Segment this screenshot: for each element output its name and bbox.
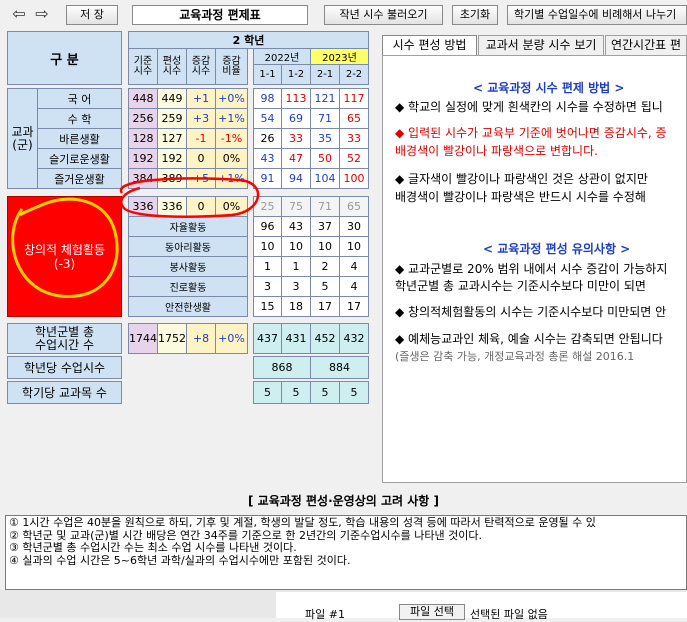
panel-text: 배경색이 빨강이나 파랑색은 반드시 시수를 수정해 bbox=[395, 190, 646, 204]
tab-annual-timetable[interactable]: 연간시간표 편 bbox=[605, 35, 687, 55]
panel-text: 배경색이 빨강이나 파랑색으로 변합니다. bbox=[395, 144, 598, 158]
panel-heading: < 교육과정 편성 유의사항 > bbox=[483, 242, 631, 256]
considerations-box: ① 1시간 수업은 40분을 원칙으로 하되, 기후 및 계절, 학생의 발달 … bbox=[5, 515, 687, 590]
panel-text: ◆ 예체능교과인 체육, 예술 시수는 감축되면 안됩니다 bbox=[395, 332, 663, 346]
considerations-title: [ 교육과정 편성·운영상의 고려 사항 ] bbox=[248, 494, 439, 508]
annotation-scribble bbox=[11, 197, 119, 298]
file-status: 선택된 파일 없음 bbox=[470, 608, 548, 621]
panel-text: ◆ 글자색이 빨강이나 파랑색인 것은 상관이 없지만 bbox=[395, 172, 648, 186]
consideration-line: ① 1시간 수업은 40분을 원칙으로 하되, 기후 및 계절, 학생의 발달 … bbox=[9, 516, 596, 529]
panel-note: (즐생은 감축 가능, 개정교육과정 총론 해설 2016.1 bbox=[395, 350, 635, 363]
panel-text: ◆ 입력된 시수가 교육부 기준에 벗어나면 증감시수, 증 bbox=[395, 126, 667, 140]
panel-text: 학년군별 총 교과시수는 기준시수보다 미만이 되면 bbox=[395, 279, 646, 293]
info-panel: < 교육과정 시수 편제 방법 > ◆ 학교의 실정에 맞게 흰색칸의 시수를 … bbox=[382, 55, 687, 483]
file-label: 파일 #1 bbox=[305, 608, 345, 621]
panel-text: ◆ 창의적체험활동의 시수는 기준시수보다 미만되면 안 bbox=[395, 305, 667, 319]
annotation-circle bbox=[119, 177, 260, 218]
tab-textbook-hours[interactable]: 교과서 분량 시수 보기 bbox=[478, 35, 604, 55]
tab-hours-method[interactable]: 시수 편성 방법 bbox=[382, 35, 477, 55]
panel-heading: < 교육과정 시수 편제 방법 > bbox=[473, 81, 625, 95]
consideration-line: ③ 학년군별 총 수업시간 수는 최소 수업 시수를 나타낸 것이다. bbox=[9, 541, 297, 554]
consideration-line: ④ 실과의 수업 시간은 5~6학년 과학/실과의 수업시수에만 포함된 것이다… bbox=[9, 553, 351, 567]
panel-text: ◆ 학교의 실정에 맞게 흰색칸의 시수를 수정하면 됩니 bbox=[395, 100, 663, 114]
panel-text: ◆ 교과군별로 20% 범위 내에서 시수 증감이 가능하지 bbox=[395, 262, 668, 276]
